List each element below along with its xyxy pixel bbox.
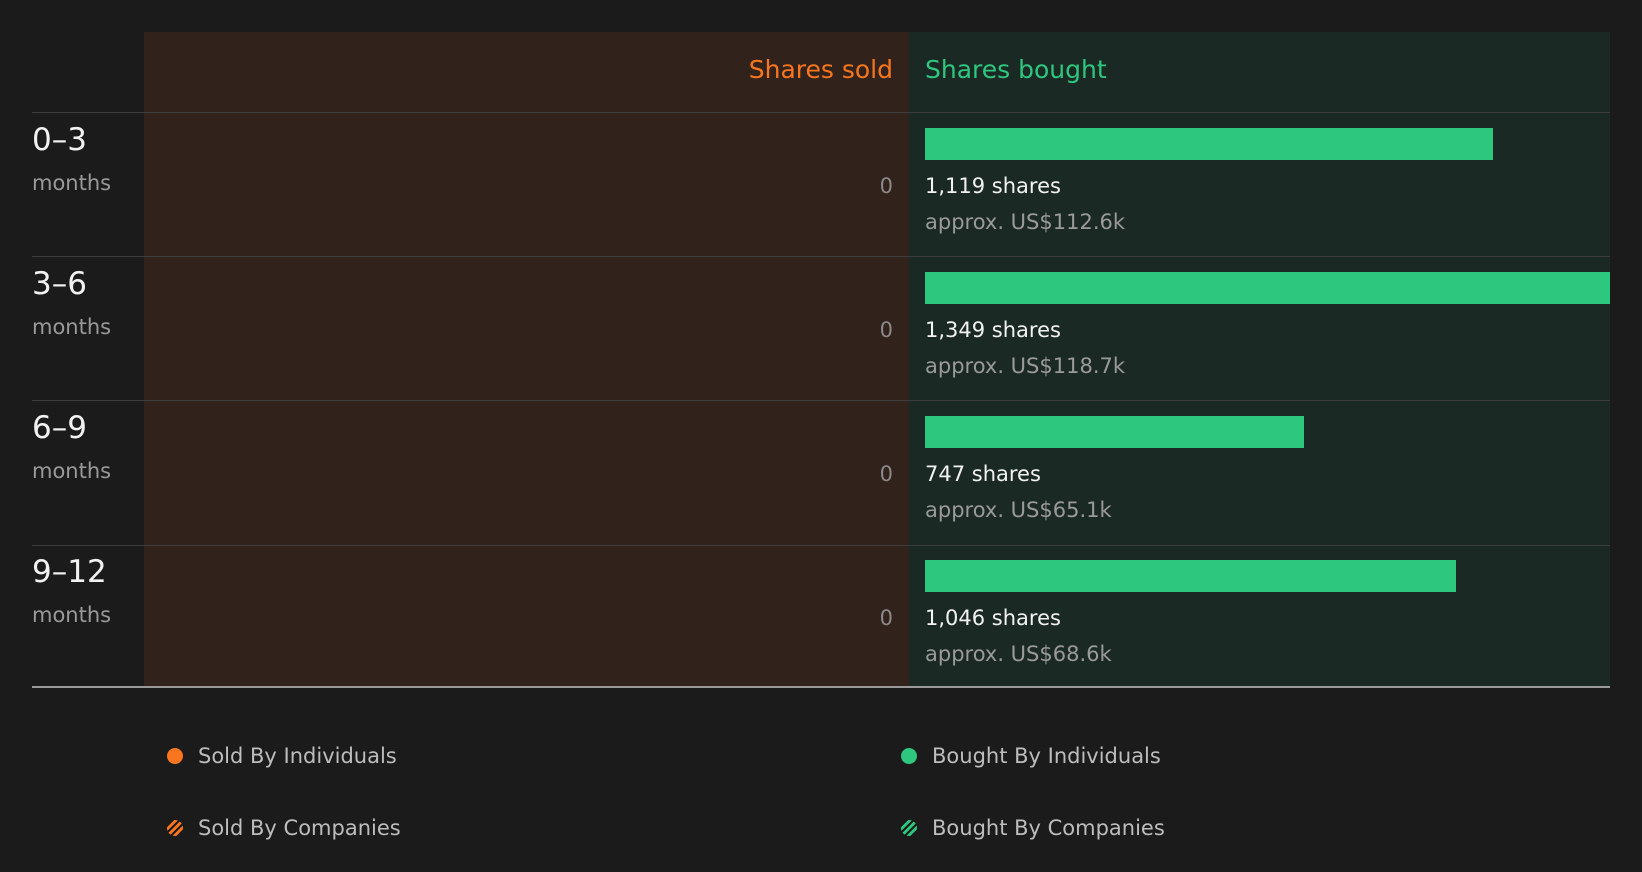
- bought-bar: [925, 272, 1610, 304]
- period-label: 6–9: [32, 410, 87, 446]
- bought-bar: [925, 128, 1493, 160]
- legend-label: Bought By Individuals: [932, 744, 1161, 768]
- bought-value-label: approx. US$118.7k: [925, 354, 1126, 378]
- sold-value: 0: [879, 318, 893, 342]
- legend-striped-dot-icon: [167, 820, 183, 836]
- legend-label: Bought By Companies: [932, 816, 1165, 840]
- period-row: 3–6 months 0 1,349 shares approx. US$118…: [0, 256, 1642, 400]
- sold-value: 0: [879, 606, 893, 630]
- shares-bought-header: Shares bought: [925, 55, 1107, 84]
- bought-value-label: approx. US$65.1k: [925, 498, 1112, 522]
- period-unit: months: [32, 603, 112, 627]
- sold-value: 0: [879, 174, 893, 198]
- legend-striped-dot-icon: [901, 820, 917, 836]
- bought-value-label: approx. US$68.6k: [925, 642, 1112, 666]
- bought-bar: [925, 416, 1304, 448]
- legend-sold-individuals[interactable]: Sold By Individuals: [167, 740, 397, 772]
- legend-bought-individuals[interactable]: Bought By Individuals: [901, 740, 1161, 772]
- legend-dot-icon: [901, 748, 917, 764]
- bought-shares-label: 1,119 shares: [925, 174, 1061, 198]
- legend-label: Sold By Individuals: [198, 744, 397, 768]
- period-unit: months: [32, 459, 112, 483]
- bought-shares-label: 747 shares: [925, 462, 1041, 486]
- bought-bar: [925, 560, 1456, 592]
- period-label: 0–3: [32, 122, 87, 158]
- period-unit: months: [32, 171, 112, 195]
- sold-value: 0: [879, 462, 893, 486]
- period-unit: months: [32, 315, 112, 339]
- period-row: 0–3 months 0 1,119 shares approx. US$112…: [0, 112, 1642, 256]
- bought-shares-label: 1,349 shares: [925, 318, 1061, 342]
- period-row: 9–12 months 0 1,046 shares approx. US$68…: [0, 544, 1642, 688]
- legend-bought-companies[interactable]: Bought By Companies: [901, 812, 1165, 844]
- legend-sold-companies[interactable]: Sold By Companies: [167, 812, 401, 844]
- shares-sold-header: Shares sold: [748, 55, 893, 84]
- legend-dot-icon: [167, 748, 183, 764]
- legend-label: Sold By Companies: [198, 816, 401, 840]
- period-row: 6–9 months 0 747 shares approx. US$65.1k: [0, 400, 1642, 544]
- period-label: 3–6: [32, 266, 87, 302]
- bought-shares-label: 1,046 shares: [925, 606, 1061, 630]
- period-label: 9–12: [32, 554, 107, 590]
- bought-value-label: approx. US$112.6k: [925, 210, 1126, 234]
